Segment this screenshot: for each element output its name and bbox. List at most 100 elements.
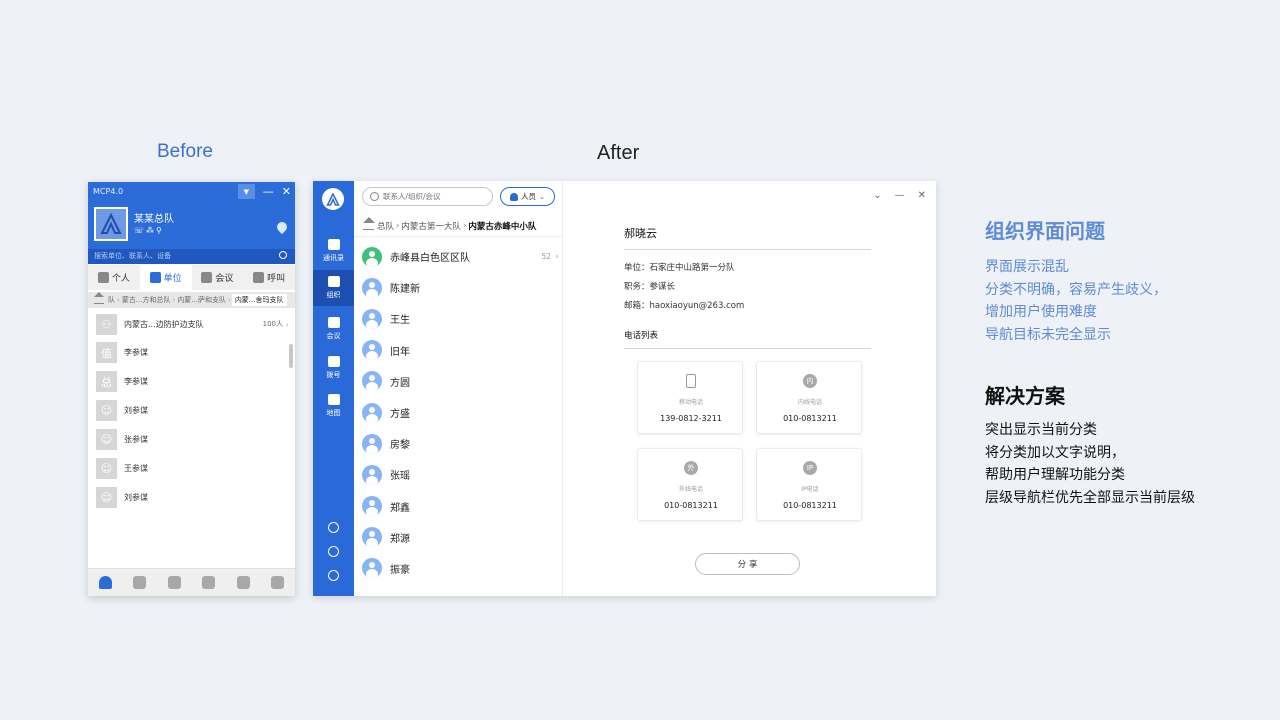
new-ui-window: 通讯录 组织 会议 拨号 地图 人员 ⌄ 总队 › 内蒙古第一大队 › 内蒙古赤… (313, 181, 936, 596)
list-item[interactable]: 方圆 (354, 366, 563, 397)
internal-line-icon: 内 (803, 374, 817, 388)
nav-contacts[interactable]: 通讯录 (313, 233, 354, 269)
member-name: 郑鑫 (390, 502, 410, 514)
list-item[interactable]: ☺ 王参谋 (88, 454, 295, 483)
home-icon[interactable] (94, 292, 104, 304)
avatar (362, 464, 382, 485)
old-member-list: ⚇ 内蒙古...边防护边支队 100人 › 值李参谋 总李参谋 ☺ 刘参谋 ☺ 张参… (88, 310, 295, 512)
avatar: 值 (96, 342, 117, 363)
breadcrumb-item[interactable]: 内蒙古第一大队 (401, 220, 461, 232)
list-item[interactable]: 振豪 (354, 553, 563, 584)
search-input[interactable] (383, 190, 488, 203)
avatar (362, 371, 382, 392)
type-filter-dropdown[interactable]: 人员 ⌄ (500, 187, 555, 206)
phone-card-ip[interactable]: IP IP电话 010-0813211 (756, 448, 862, 521)
tab-unit[interactable]: 单位 (139, 265, 192, 290)
phone-list-title: 电话列表 (624, 331, 659, 341)
alarm-icon[interactable] (133, 576, 147, 589)
nav-meeting[interactable]: 会议 (313, 311, 354, 347)
broadcast-icon[interactable] (236, 576, 250, 589)
problem-title: 组织界面问题 (985, 219, 1105, 243)
location-icon[interactable] (274, 219, 290, 235)
search-box[interactable] (362, 187, 493, 206)
dial-icon (327, 356, 340, 367)
mobile-phone-icon (686, 374, 696, 388)
window-controls: ⌄ — ✕ (873, 190, 926, 201)
old-breadcrumb: 队 › 蒙古...方和总队 › 内蒙...萨和支队 › 内蒙...舍玛支队 (88, 292, 295, 308)
old-org-name: 某某总队 (134, 214, 174, 225)
chevron-down-icon[interactable]: ⌄ (873, 190, 881, 201)
old-search-bar[interactable]: 搜索单位、联系人、设备 (88, 249, 295, 264)
share-icon[interactable] (313, 546, 354, 557)
member-name: 李参谋 (124, 377, 148, 386)
camera-icon[interactable] (202, 576, 216, 589)
phone-type: 移动电话 (678, 399, 703, 406)
breadcrumb-item[interactable]: 总队 (377, 220, 394, 232)
list-item[interactable]: 总李参谋 (88, 367, 295, 396)
nav-organization[interactable]: 组织 (313, 270, 354, 306)
dropdown-icon[interactable]: ▼ (237, 184, 255, 199)
tab-call[interactable]: 呼叫 (243, 265, 295, 290)
breadcrumb-separator: › (396, 220, 400, 231)
megaphone-icon[interactable] (167, 576, 181, 589)
avatar: ☺ (96, 487, 117, 508)
phone-card-internal[interactable]: 内 内线电话 010-0813211 (756, 361, 862, 434)
type-filter-label: 人员 (521, 192, 537, 201)
breadcrumb-item[interactable]: 蒙古...方和总队 (121, 295, 172, 305)
settings-icon[interactable] (271, 576, 285, 589)
scrollbar[interactable] (289, 344, 293, 368)
breadcrumb-item[interactable]: 队 (107, 295, 116, 305)
list-item-group[interactable]: 赤峰县白色区区队 52 › (354, 241, 563, 272)
list-item[interactable]: 郑源 (354, 522, 563, 553)
list-item[interactable]: 郑鑫 (354, 491, 563, 522)
member-count: 100人 (262, 320, 283, 328)
list-item-group[interactable]: ⚇ 内蒙古...边防护边支队 100人 › (88, 310, 295, 338)
minimize-icon[interactable]: — (895, 190, 905, 201)
list-item[interactable]: 房黎 (354, 428, 563, 459)
breadcrumb-current[interactable]: 内蒙古赤峰中小队 (468, 220, 536, 232)
list-item[interactable]: 王生 (354, 303, 563, 334)
phone-number: 139-0812-3211 (660, 414, 722, 423)
home-icon[interactable] (363, 216, 375, 230)
nav-dial[interactable]: 拨号 (313, 350, 354, 386)
old-bottom-toolbar (88, 568, 295, 596)
search-icon[interactable] (279, 251, 287, 259)
tab-label: 个人 (111, 274, 130, 284)
phone-card-mobile[interactable]: 移动电话 139-0812-3211 (637, 361, 743, 434)
nav-map[interactable]: 地图 (313, 388, 354, 424)
list-item[interactable]: 张瑶 (354, 459, 563, 490)
person-icon[interactable] (98, 576, 112, 589)
breadcrumb-separator: › (462, 220, 467, 231)
nav-label: 组织 (326, 291, 341, 299)
list-item[interactable]: ☺ 刘参谋 (88, 396, 295, 425)
phone-icon (253, 272, 265, 283)
list-item[interactable]: 值李参谋 (88, 338, 295, 367)
minimize-icon[interactable]: — (263, 185, 274, 199)
list-item[interactable]: 旧年 (354, 335, 563, 366)
old-window-controls: ▼ — ✕ (237, 184, 291, 199)
close-icon[interactable]: ✕ (282, 185, 291, 199)
nav-label: 会议 (326, 332, 341, 340)
share-button[interactable]: 分 享 (695, 553, 800, 575)
camera-icon[interactable] (313, 570, 354, 581)
list-item[interactable]: 方盛 (354, 397, 563, 428)
tab-personal[interactable]: 个人 (88, 265, 140, 290)
org-logo-icon (100, 213, 122, 234)
group-name: 内蒙古...边防护边支队 (124, 319, 204, 329)
breadcrumb-item[interactable]: 内蒙...萨和支队 (176, 295, 227, 305)
avatar: ☺ (96, 429, 117, 450)
phone-card-external[interactable]: 外 外线电话 010-0813211 (637, 448, 743, 521)
list-item[interactable]: 陈建新 (354, 272, 563, 303)
person-icon (510, 192, 519, 201)
list-item[interactable]: ☺ 张参谋 (88, 425, 295, 454)
list-item[interactable]: ☺ 刘参谋 (88, 483, 295, 512)
tab-label: 会议 (215, 274, 234, 284)
phone-icon[interactable] (313, 522, 354, 533)
breadcrumb-current[interactable]: 内蒙...舍玛支队 (231, 294, 287, 306)
org-list-pane: 人员 ⌄ 总队 › 内蒙古第一大队 › 内蒙古赤峰中小队 赤峰县白色区区队 52… (354, 181, 563, 596)
avatar: ☺ (96, 458, 117, 479)
member-name: 方盛 (390, 409, 410, 421)
breadcrumb: 总队 › 内蒙古第一大队 › 内蒙古赤峰中小队 (354, 215, 563, 237)
close-icon[interactable]: ✕ (918, 190, 926, 201)
tab-meeting[interactable]: 会议 (192, 265, 244, 290)
